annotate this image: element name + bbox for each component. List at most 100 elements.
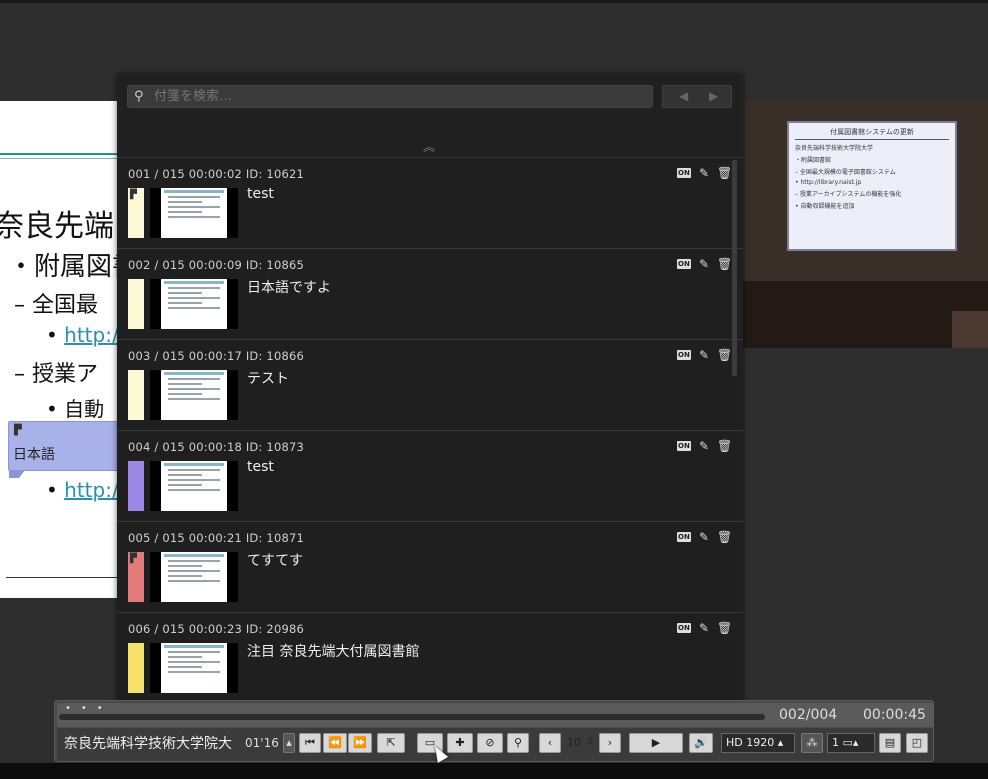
- slide-thumbnail[interactable]: [150, 188, 238, 238]
- progress-track[interactable]: [59, 714, 765, 720]
- fast-forward-icon[interactable]: ⏩: [348, 733, 372, 753]
- delete-icon[interactable]: 🗑: [717, 166, 732, 180]
- annotation-list[interactable]: 001 / 015 00:00:02 ID: 10621 ON ✎ 🗑 ▛ test 002…: [117, 157, 743, 698]
- annotation-actions: ON ✎ 🗑: [677, 439, 733, 453]
- view-mode-icon[interactable]: ▤: [879, 733, 901, 753]
- annotation-text: test: [247, 459, 274, 475]
- current-time: 00:00:45: [863, 707, 926, 723]
- slide-thumbnail[interactable]: [150, 643, 238, 693]
- delete-icon[interactable]: 🗑: [717, 621, 732, 635]
- annotation-item[interactable]: 001 / 015 00:00:02 ID: 10621 ON ✎ 🗑 ▛ test: [117, 158, 743, 249]
- slide-thumbnail[interactable]: [150, 461, 238, 511]
- annotation-meta: 002 / 015 00:00:09 ID: 10865: [128, 258, 305, 272]
- layout-icon[interactable]: ⁂: [801, 733, 823, 753]
- result-nav: ◀ ▶: [662, 85, 732, 108]
- edit-icon[interactable]: ✎: [699, 621, 709, 635]
- annotation-color-swatch: [128, 461, 144, 511]
- pin-icon: ▛: [130, 554, 137, 564]
- annotation-item[interactable]: 003 / 015 00:00:17 ID: 10866 ON ✎ 🗑 テスト: [117, 340, 743, 431]
- fullscreen-icon[interactable]: ◰: [906, 733, 928, 753]
- slide-thumbnail[interactable]: [150, 279, 238, 329]
- zoom-out-icon[interactable]: ‹: [539, 733, 561, 753]
- bottom-border: [0, 763, 988, 779]
- annotation-actions: ON ✎ 🗑: [677, 166, 733, 180]
- add-annotation-icon[interactable]: ✚: [447, 733, 473, 753]
- slide-counter: 002/004: [779, 707, 838, 723]
- visibility-toggle-icon[interactable]: ON: [677, 532, 691, 542]
- annotation-item[interactable]: 002 / 015 00:00:09 ID: 10865 ON ✎ 🗑 日本語ですよ: [117, 249, 743, 340]
- delete-icon[interactable]: 🗑: [717, 439, 732, 453]
- annotation-meta: 004 / 015 00:00:18 ID: 10873: [128, 440, 305, 454]
- annotation-item[interactable]: 004 / 015 00:00:18 ID: 10873 ON ✎ 🗑 test: [117, 431, 743, 522]
- annotation-text: 注目 奈良先端大付属図書館: [247, 644, 420, 660]
- annotation-panel: ⚲ ◀ ▶ ︽ 001 / 015 00:00:02 ID: 10621 ON ✎ 🗑…: [117, 74, 743, 724]
- annotation-item[interactable]: 005 / 015 00:00:21 ID: 10871 ON ✎ 🗑 ▛ てすてす: [117, 522, 743, 613]
- annotation-color-swatch: ▛: [128, 552, 144, 602]
- page-select[interactable]: 1 ▭▴: [827, 733, 875, 753]
- annotation-color-swatch: [128, 643, 144, 693]
- zoom-stepper-icon[interactable]: ⇳: [585, 733, 595, 753]
- annotation-actions: ON ✎ 🗑: [677, 530, 733, 544]
- edit-icon[interactable]: ✎: [699, 439, 709, 453]
- top-border: [0, 0, 988, 3]
- delete-icon[interactable]: 🗑: [717, 348, 732, 362]
- annotation-color-swatch: [128, 279, 144, 329]
- edit-icon[interactable]: ✎: [699, 530, 709, 544]
- slide-footer-rule: [6, 577, 130, 578]
- slide-line: – 授業ア: [14, 362, 98, 387]
- projected-line: – 全国最大規模の電子図書館システム: [795, 169, 896, 176]
- annotation-text: 日本語ですよ: [247, 280, 331, 296]
- zoom-in-icon[interactable]: ›: [599, 733, 621, 753]
- projected-line: – 授業アーカイブシステムの機能を強化: [795, 191, 902, 198]
- search-box[interactable]: ⚲: [127, 85, 653, 108]
- pin-icon: ▛: [14, 425, 22, 436]
- slide-thumbnail[interactable]: [150, 370, 238, 420]
- slide-view[interactable]: 奈良先端 ・附属図書 – 全国最 • http:// – 授業ア • 自動 • …: [0, 101, 130, 598]
- next-result-button[interactable]: ▶: [709, 89, 718, 103]
- volume-icon[interactable]: 🔊: [689, 733, 713, 753]
- annotation-text: てすてす: [247, 553, 304, 569]
- duration-up-icon[interactable]: ▴: [283, 733, 295, 753]
- slide-header-rule: [0, 153, 130, 155]
- visibility-toggle-icon[interactable]: ON: [677, 441, 691, 451]
- play-button[interactable]: ▶: [629, 733, 683, 753]
- visibility-toggle-icon[interactable]: ON: [677, 350, 691, 360]
- list-scrollbar[interactable]: [732, 160, 737, 376]
- edit-icon[interactable]: ✎: [699, 257, 709, 271]
- annotation-color-swatch: ▛: [128, 188, 144, 238]
- lecture-video[interactable]: 付属図書館システムの更新 奈良先端科学技術大学院大学 ・附属図書館 – 全国最大…: [742, 101, 988, 348]
- annotation-meta: 006 / 015 00:00:23 ID: 20986: [128, 622, 305, 636]
- edit-icon[interactable]: ✎: [699, 348, 709, 362]
- annotation-actions: ON ✎ 🗑: [677, 621, 733, 635]
- slide-header-rule-thin: [0, 158, 130, 159]
- skip-start-icon[interactable]: ⏮: [299, 733, 321, 753]
- prev-result-button[interactable]: ◀: [679, 89, 688, 103]
- pin-icon: ▛: [130, 190, 137, 200]
- projected-line: • 自動収録機能を追加: [795, 203, 855, 210]
- annotation-text: test: [247, 186, 274, 202]
- search-zoom-icon[interactable]: ⚲: [507, 733, 529, 753]
- visibility-toggle-icon[interactable]: ON: [677, 259, 691, 269]
- search-input[interactable]: [154, 87, 644, 106]
- room-desk: [952, 311, 988, 348]
- annotation-item[interactable]: 006 / 015 00:00:23 ID: 20986 ON ✎ 🗑 注目 奈良先端大…: [117, 613, 743, 698]
- edit-icon[interactable]: ✎: [699, 166, 709, 180]
- slide-line: • 自動: [46, 397, 105, 421]
- delete-icon[interactable]: 🗑: [717, 530, 732, 544]
- visibility-toggle-icon[interactable]: ON: [677, 168, 691, 178]
- share-icon[interactable]: ⇱: [377, 733, 405, 753]
- scroll-up-icon[interactable]: ︽: [423, 138, 435, 155]
- slide-line: – 全国最: [14, 293, 98, 318]
- hide-annotations-icon[interactable]: ⊘: [477, 733, 503, 753]
- slide-title: 奈良先端: [0, 209, 114, 244]
- delete-icon[interactable]: 🗑: [717, 257, 732, 271]
- rewind-icon[interactable]: ⏪: [323, 733, 347, 753]
- resolution-select[interactable]: HD 1920 ▴: [721, 733, 795, 753]
- slide-sticky-note[interactable]: ▛ 日本語: [8, 421, 120, 478]
- timeline-markers: •••: [65, 703, 113, 714]
- slide-thumbnail[interactable]: [150, 552, 238, 602]
- slide-line: • http://: [46, 323, 126, 347]
- visibility-toggle-icon[interactable]: ON: [677, 623, 691, 633]
- course-title: 奈良先端科学技術大学院大: [64, 736, 232, 752]
- annotation-actions: ON ✎ 🗑: [677, 348, 733, 362]
